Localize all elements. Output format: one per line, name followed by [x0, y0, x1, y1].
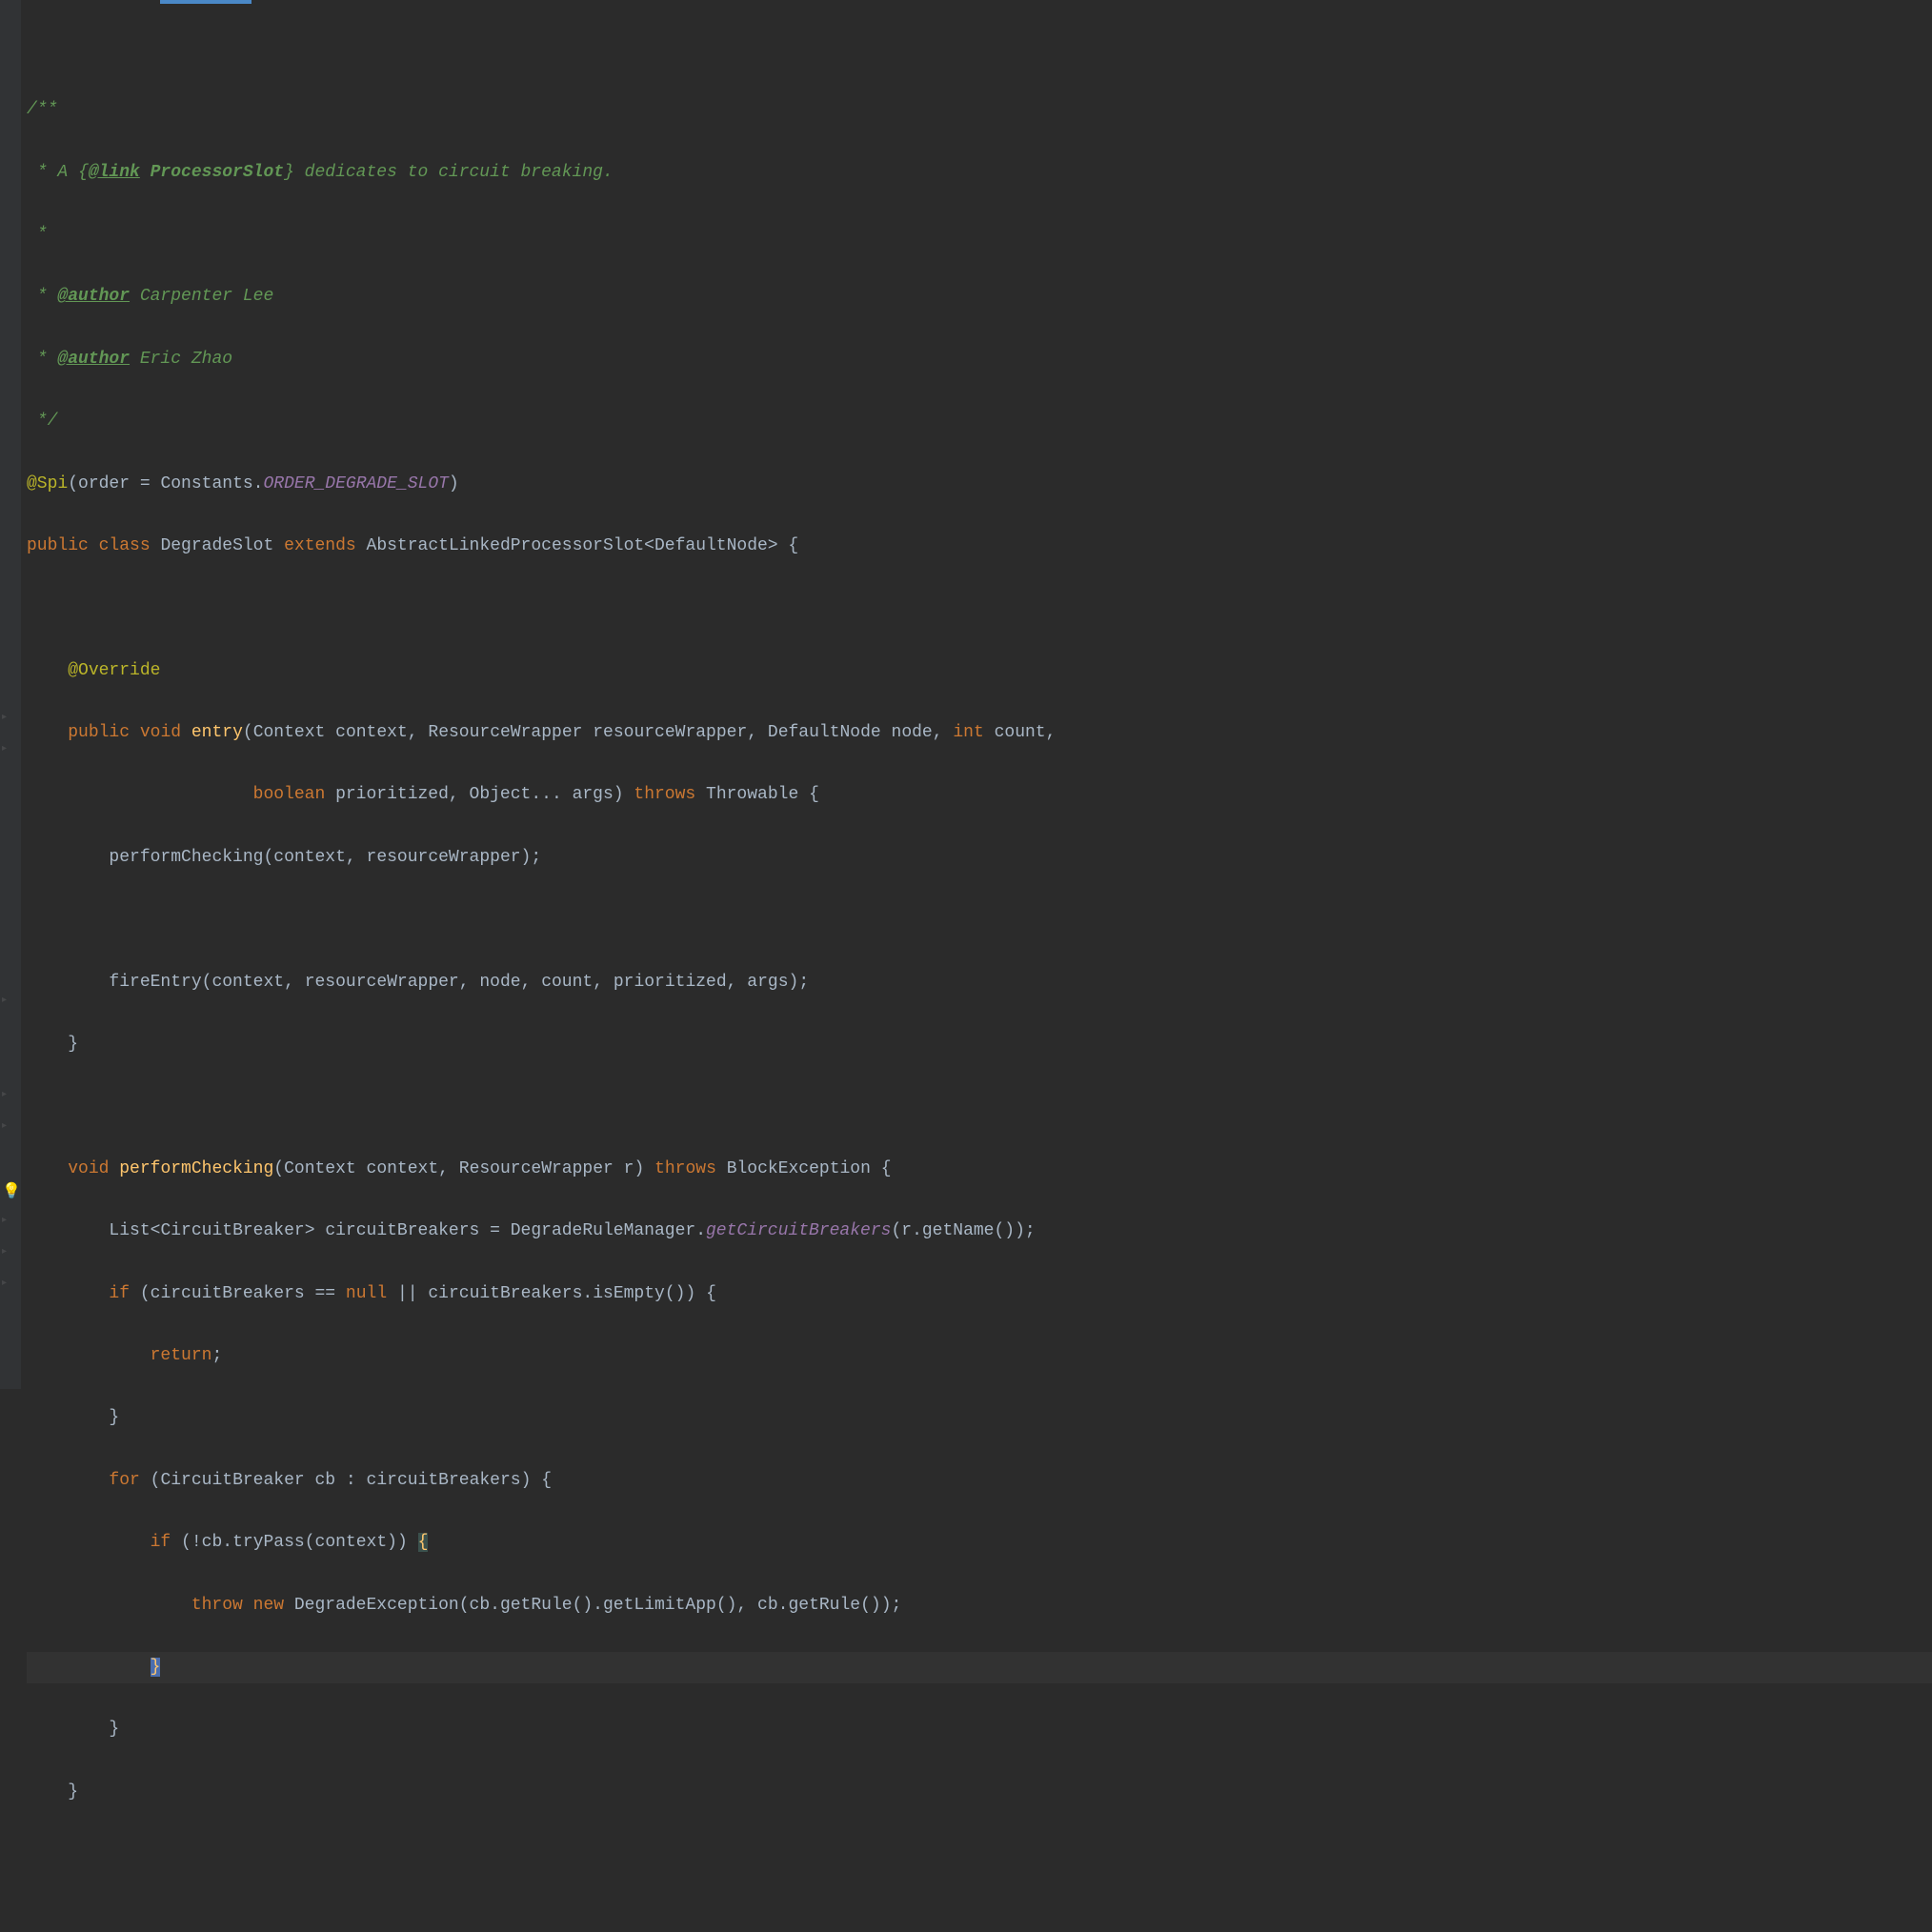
- fold-icon[interactable]: ▸: [2, 1213, 17, 1228]
- code-line: [27, 1091, 1932, 1122]
- code-line: void performChecking(Context context, Re…: [27, 1154, 1932, 1185]
- code-line: }: [27, 1402, 1932, 1434]
- fold-icon[interactable]: ▸: [2, 1087, 17, 1102]
- fold-icon[interactable]: ▸: [2, 710, 17, 725]
- code-line: * @author Carpenter Lee: [27, 281, 1932, 312]
- code-line: * A {@link ProcessorSlot} dedicates to c…: [27, 157, 1932, 189]
- gutter: ▸ ▸ ▸ ▸ ▸ ▸ 💡 ▸ ▸: [0, 0, 21, 1389]
- code-line: }: [27, 1777, 1932, 1808]
- caret: }: [151, 1658, 161, 1677]
- code-line: *: [27, 219, 1932, 251]
- code-line: * @author Eric Zhao: [27, 344, 1932, 375]
- code-line: }: [27, 1652, 1932, 1683]
- code-line: for (CircuitBreaker cb : circuitBreakers…: [27, 1465, 1932, 1497]
- code-line: public class DegradeSlot extends Abstrac…: [27, 531, 1932, 562]
- code-line: }: [27, 1714, 1932, 1745]
- code-line: boolean prioritized, Object... args) thr…: [27, 779, 1932, 811]
- code-line: List<CircuitBreaker> circuitBreakers = D…: [27, 1216, 1932, 1247]
- code-line: */: [27, 406, 1932, 437]
- code-line: throw new DegradeException(cb.getRule().…: [27, 1590, 1932, 1621]
- code-line: [27, 904, 1932, 936]
- code-editor[interactable]: ▸ ▸ ▸ ▸ ▸ ▸ 💡 ▸ ▸ /** * A {@link Process…: [0, 0, 1932, 1389]
- code-line: performChecking(context, resourceWrapper…: [27, 842, 1932, 874]
- code-line: return;: [27, 1340, 1932, 1372]
- code-line: if (circuitBreakers == null || circuitBr…: [27, 1278, 1932, 1310]
- code-line: if (!cb.tryPass(context)) {: [27, 1527, 1932, 1559]
- code-line: /**: [27, 94, 1932, 126]
- code-line: [27, 1839, 1932, 1870]
- fold-icon[interactable]: ▸: [2, 1244, 17, 1259]
- code-line: }: [27, 1029, 1932, 1060]
- code-line: fireEntry(context, resourceWrapper, node…: [27, 967, 1932, 998]
- code-line: public void entry(Context context, Resou…: [27, 717, 1932, 749]
- code-line: @Spi(order = Constants.ORDER_DEGRADE_SLO…: [27, 469, 1932, 500]
- code-area[interactable]: /** * A {@link ProcessorSlot} dedicates …: [21, 0, 1932, 1389]
- active-tab-indicator: [160, 0, 252, 4]
- fold-icon[interactable]: ▸: [2, 1118, 17, 1134]
- fold-icon[interactable]: ▸: [2, 741, 17, 756]
- lightbulb-icon[interactable]: 💡: [2, 1178, 17, 1194]
- fold-icon[interactable]: ▸: [2, 1276, 17, 1291]
- fold-icon[interactable]: ▸: [2, 993, 17, 1008]
- code-line: @Override: [27, 655, 1932, 687]
- code-line: [27, 593, 1932, 624]
